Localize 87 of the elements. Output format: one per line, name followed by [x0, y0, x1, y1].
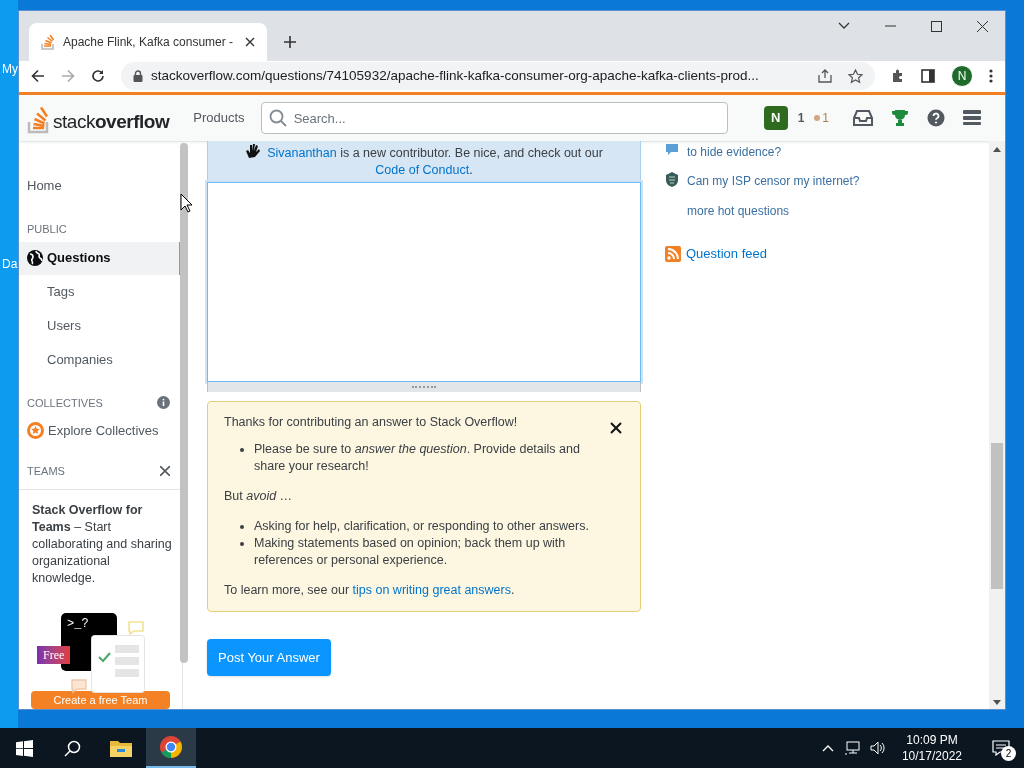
free-badge: Free	[37, 646, 71, 664]
bullet-icon	[240, 525, 244, 529]
lock-icon	[133, 70, 143, 82]
badge-count: 1	[822, 110, 829, 127]
notification-count: 2	[1001, 746, 1016, 761]
close-icon[interactable]	[976, 20, 988, 32]
tips-footer-text: To learn more, see our tips on writing great answers.	[224, 582, 516, 599]
tips-link[interactable]: tips on writing great answers	[352, 583, 511, 597]
clock-date[interactable]: 10/17/2022	[901, 748, 962, 764]
nav-item[interactable]: Tags	[19, 274, 182, 309]
user-link[interactable]: Sivananthan	[267, 146, 337, 160]
notice-text: Sivananthan is a new contributor. Be nice, and check out our Code of Conduct.	[218, 143, 630, 179]
speaker-icon[interactable]	[869, 741, 886, 755]
globe-icon	[27, 250, 43, 266]
prompt-text: >_?	[67, 617, 89, 631]
share-icon[interactable]	[818, 69, 832, 83]
puzzle-icon[interactable]	[891, 69, 905, 83]
rss-feed-icon	[665, 245, 681, 262]
hot-question-link[interactable]: Can my ISP censor my internet?	[687, 172, 860, 190]
user-avatar[interactable]: N	[763, 106, 788, 130]
bullet-icon	[240, 448, 244, 452]
url-text: stackoverflow.com/questions/74105932/apache-flink-kafka-consumer-org-apache-kafka-clients-prod...	[151, 66, 760, 85]
star-icon[interactable]	[848, 68, 863, 84]
chat-bubble-icon	[665, 143, 679, 157]
help-icon[interactable]	[927, 109, 945, 127]
nav-item[interactable]: Home	[19, 169, 182, 203]
bronze-badge-icon	[814, 115, 821, 121]
back-arrow-icon[interactable]	[31, 69, 45, 83]
network-icon[interactable]	[843, 741, 860, 755]
chrome-taskbar-button[interactable]	[146, 728, 196, 768]
chrome-icon	[159, 735, 183, 759]
folder-icon[interactable]	[110, 739, 132, 757]
menu-icon[interactable]	[963, 110, 981, 126]
notification-icon	[992, 740, 1010, 756]
close-icon[interactable]	[610, 422, 622, 434]
scrollbar-thumb[interactable]	[180, 143, 188, 663]
section-heading: PUBLIC	[26, 222, 68, 237]
search-field[interactable]: Search...	[260, 102, 728, 134]
search-icon	[268, 109, 287, 127]
chevron-up-icon[interactable]	[821, 744, 834, 752]
scrollbar-thumb[interactable]	[991, 443, 1003, 589]
collectives-link[interactable]: Explore Collectives	[48, 421, 159, 441]
side-panel-icon[interactable]	[921, 69, 935, 83]
section-heading: TEAMS	[27, 463, 66, 479]
nav-item[interactable]: Companies	[19, 342, 182, 377]
maximize-icon[interactable]	[930, 20, 942, 32]
tips-title: Thanks for contributing an answer to Stack Overflow!	[224, 414, 519, 431]
close-icon[interactable]	[245, 37, 255, 47]
tip-text: Making statements based on opinion; back them up with references or personal experience.	[254, 535, 567, 569]
tips-text: But avoid …	[224, 488, 294, 505]
reload-icon[interactable]	[91, 69, 105, 83]
search-icon[interactable]	[63, 739, 81, 757]
hot-question-link[interactable]: to hide evidence?	[687, 143, 782, 161]
reputation-count: 1	[797, 110, 805, 127]
tab-title: Apache Flink, Kafka consumer -	[63, 34, 235, 51]
new-tab-icon[interactable]	[283, 35, 297, 49]
question-feed-link[interactable]: Question feed	[686, 244, 767, 264]
teams-promo-text: Stack Overflow for Teams – Start collaborating and sharing organizational knowledge.	[31, 502, 173, 587]
close-icon[interactable]	[160, 465, 170, 476]
more-icon[interactable]	[989, 69, 993, 83]
chevron-down-icon[interactable]	[838, 22, 850, 30]
resize-handle[interactable]	[207, 382, 641, 392]
stack-logo-icon	[41, 34, 55, 50]
inbox-icon[interactable]	[853, 109, 873, 127]
address-bar[interactable]: stackoverflow.com/questions/74105932/apache-flink-kafka-consumer-org-apache-kafka-clients-prod...	[121, 62, 875, 90]
profile-avatar[interactable]: N	[951, 65, 973, 87]
scroll-down-icon[interactable]	[993, 700, 1001, 705]
more-hot-questions-link[interactable]: more hot questions	[687, 202, 790, 220]
notification-button[interactable]: 2	[986, 733, 1016, 763]
windows-start-icon[interactable]	[15, 739, 33, 757]
collectives-icon	[27, 422, 44, 440]
products-link[interactable]: Products	[193, 108, 245, 128]
scroll-up-icon[interactable]	[993, 147, 1001, 152]
section-heading: COLLECTIVES	[27, 395, 104, 411]
tip-text: Please be sure to answer the question. Provide details and share your research!	[254, 441, 581, 475]
trophy-icon[interactable]	[891, 109, 909, 127]
logo-text[interactable]: stackoverflow	[53, 110, 170, 134]
nav-item[interactable]: Questions	[19, 241, 182, 275]
mouse-cursor-icon	[180, 193, 193, 213]
tip-text: Asking for help, clarification, or responding to other answers.	[254, 518, 589, 535]
bullet-icon	[240, 542, 244, 546]
nav-item[interactable]: Users	[19, 308, 182, 343]
browser-tab[interactable]: Apache Flink, Kafka consumer -	[29, 23, 267, 61]
clock-time[interactable]: 10:09 PM	[906, 732, 958, 748]
shield-icon	[665, 172, 679, 187]
info-icon[interactable]	[157, 396, 170, 410]
minimize-icon[interactable]	[884, 25, 896, 27]
